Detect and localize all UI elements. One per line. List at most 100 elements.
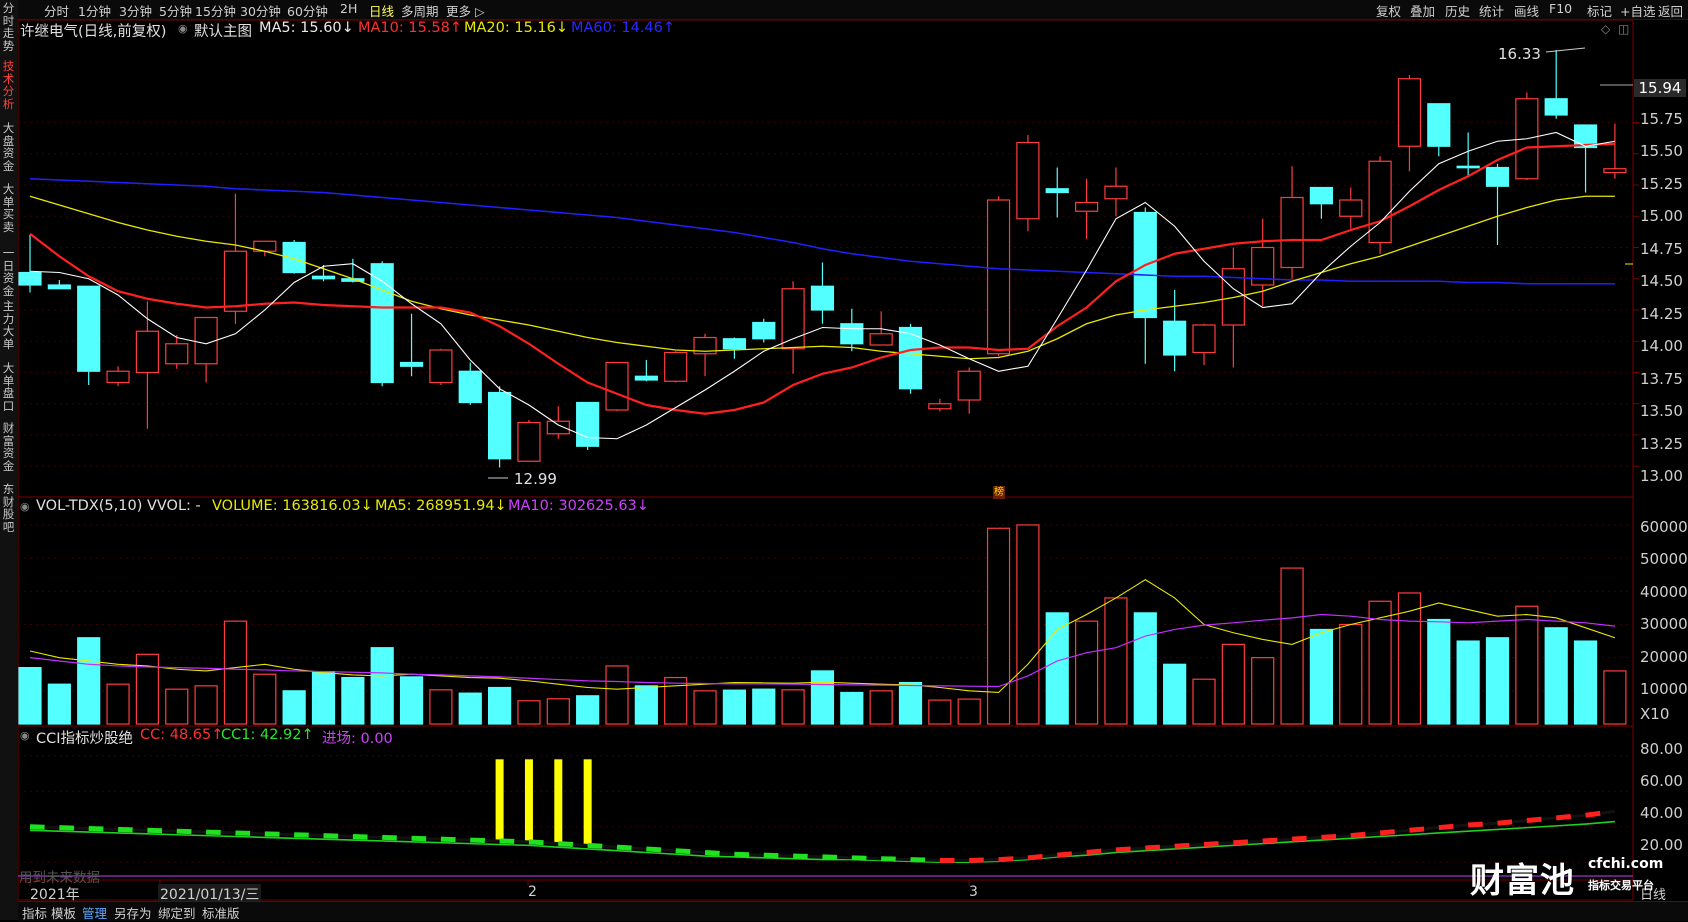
tab-template[interactable]: 模板 [51,903,76,922]
date-axis-month: 2 [528,884,537,900]
vol-unit: X10 [1640,705,1669,723]
template-dropdown-icon[interactable]: ◉ [178,22,188,35]
candle-body [1428,104,1450,147]
tab-save-as[interactable]: 另存为 [114,903,152,922]
panel-settings-icon[interactable]: ◉ [20,500,30,513]
candle-body [958,371,980,400]
cci-segment-gap [1600,811,1615,813]
candle-body [1193,325,1215,353]
cci-segment [1204,844,1219,845]
tab-period-timeshare[interactable]: 分时 [44,1,69,20]
y-tick: 15.25 [1640,175,1683,193]
volume-bar [723,690,745,724]
candle-body [1310,188,1332,204]
candle-body [723,339,745,349]
cci-entry: 进场: 0.00 [322,727,393,748]
tool-history-button[interactable]: 历史 [1445,1,1470,20]
volume-bar [489,688,511,724]
tool-back-button[interactable]: 返回 [1658,1,1683,20]
volume-value: VOLUME: 163816.03↓ [212,498,373,514]
vol-y-tick: 30000 [1640,615,1688,633]
volume-bar [1193,679,1215,724]
candle-body [1340,200,1362,216]
y-tick: 13.00 [1640,467,1683,485]
sidebar-item-7[interactable]: 财富资金 [1,422,16,472]
tab-period-1min[interactable]: 1分钟 [78,1,111,20]
cci-segment [705,852,720,853]
cci-segment-gap [1395,830,1410,831]
cci-segment [999,859,1014,860]
tab-manage[interactable]: 管理 [82,903,107,922]
cci-segment [1087,851,1102,852]
sidebar-item-3[interactable]: 大单买卖 [1,183,16,233]
cci-y-tick: 20.00 [1640,836,1683,854]
tab-period-3min[interactable]: 3分钟 [119,1,152,20]
cci-segment [1175,845,1190,846]
y-tick: 15.75 [1640,110,1683,128]
tab-period-15min[interactable]: 15分钟 [195,1,236,20]
cci-cc: CC: 48.65↑ [140,727,223,743]
tab-period-5min[interactable]: 5分钟 [159,1,192,20]
cci-segment-gap [1453,825,1468,826]
future-data-note: 用到未来数据 [19,866,100,886]
rank-badge[interactable]: 榜 [993,486,1005,499]
volume-bar [577,696,599,724]
sidebar-item-5[interactable]: 主力大单 [1,300,16,350]
y-tick: 14.75 [1640,240,1683,258]
tab-period-daily[interactable]: 日线 [369,1,394,20]
sidebar-item-8[interactable]: 东财股吧 [1,483,16,533]
candle-body [1164,321,1186,355]
window-toggle-icon[interactable]: ◫ [1618,22,1629,36]
volume-bar [694,691,716,724]
candle-body [136,331,158,372]
sidebar-item-1[interactable]: 技术分析 [1,60,16,110]
tab-period-multi[interactable]: 多周期 [401,1,439,20]
max-arrow [1546,48,1585,52]
volume-bar [254,674,276,724]
tool-stats-button[interactable]: 统计 [1479,1,1504,20]
vol-y-tick: 40000 [1640,583,1688,601]
panel-settings-icon[interactable]: ◉ [20,729,30,742]
tool-overlay-button[interactable]: 叠加 [1410,1,1435,20]
sidebar-item-4[interactable]: 一日资金 [1,247,16,297]
y-tick: 14.00 [1640,337,1683,355]
tool-draw-button[interactable]: 画线 [1514,1,1539,20]
cci-segment-gap [1424,828,1439,829]
chart-canvas[interactable] [0,0,1688,920]
sidebar-item-6[interactable]: 大单盘口 [1,362,16,412]
y-tick: 13.25 [1640,435,1683,453]
y-tick: 15.50 [1640,142,1683,160]
volume-bar [195,686,217,724]
tab-bind-to[interactable]: 绑定到 [158,903,196,922]
tab-period-60min[interactable]: 60分钟 [287,1,328,20]
candle-body [1046,189,1068,193]
tab-indicator[interactable]: 指标 [22,903,47,922]
sidebar-item-0[interactable]: 分时走势 [1,2,16,52]
tool-f10-button[interactable]: F10 [1549,1,1572,16]
cci-segment [1351,834,1366,835]
tab-standard[interactable]: 标准版 [202,903,240,922]
volume-bar [635,686,657,724]
cci-segment [1057,854,1072,855]
sidebar-item-2[interactable]: 大盘资金 [1,122,16,172]
cci-segment [1556,817,1571,818]
volume-bar [811,671,833,724]
vol-y-tick: 50000 [1640,550,1688,568]
volume-title: VOL-TDX(5,10) VVOL: - [36,498,201,514]
legend-ma10: MA10: 15.58↑ [358,20,462,36]
tab-period-more[interactable]: 更多 ▷ [446,1,485,20]
cci-y-tick: 80.00 [1640,740,1683,758]
volume-bar [518,701,540,724]
diamond-icon[interactable]: ◇ [1601,22,1610,36]
candle-body [430,350,452,383]
tab-period-30min[interactable]: 30分钟 [240,1,281,20]
candle-body [988,200,1010,354]
tool-mark-button[interactable]: 标记 [1587,1,1612,20]
tab-period-2h[interactable]: 2H [340,1,357,16]
tool-watchlist-button[interactable]: +自选 [1620,1,1655,20]
cci-segment [1028,856,1043,857]
candle-body [78,286,100,371]
y-tick: 15.00 [1640,207,1683,225]
tool-adjust-button[interactable]: 复权 [1376,1,1401,20]
template-name[interactable]: 默认主图 [194,20,252,41]
